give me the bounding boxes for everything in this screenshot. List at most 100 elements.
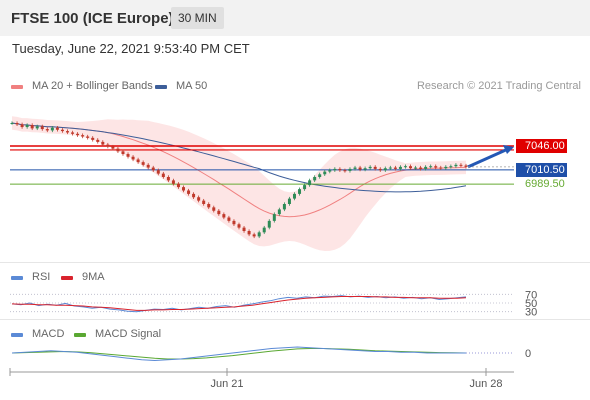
candle-body: [217, 210, 221, 215]
candle-body: [323, 171, 327, 175]
candle-body: [419, 167, 423, 169]
candle-body: [131, 156, 135, 160]
candle-body: [161, 173, 165, 177]
candle-body: [363, 168, 367, 170]
candle-body: [257, 232, 261, 237]
candle-body: [232, 220, 236, 225]
candle-body: [171, 180, 175, 184]
candle-body: [262, 227, 266, 233]
candle-body: [434, 166, 438, 168]
candle-body: [353, 167, 357, 169]
candle-body: [277, 209, 281, 215]
macd-zero-label: 0: [525, 348, 531, 360]
candle-body: [414, 167, 418, 169]
candle-body: [50, 127, 54, 131]
candle-body: [151, 167, 155, 171]
x-tick-jun21-label: Jun 21: [210, 378, 243, 390]
candle-body: [439, 167, 443, 169]
candle-body: [459, 164, 463, 166]
candle-body: [60, 129, 64, 132]
candle-body: [187, 190, 191, 194]
rsi-ma-line: [11, 296, 467, 311]
candle-body: [166, 177, 170, 181]
candle-body: [207, 204, 211, 208]
candle-body: [10, 123, 14, 124]
candle-body: [282, 204, 286, 210]
candle-body: [65, 131, 69, 133]
price-tag-support: 6989.50: [525, 178, 565, 191]
candle-body: [121, 151, 125, 155]
candle-body: [30, 125, 34, 129]
candle-body: [40, 126, 44, 130]
candle-body: [242, 227, 246, 231]
candle-body: [182, 187, 186, 191]
candle-body: [227, 217, 231, 221]
candle-body: [424, 166, 428, 169]
candle-body: [111, 146, 115, 149]
candle-body: [388, 167, 392, 169]
candle-body: [368, 166, 372, 169]
candle-body: [343, 170, 347, 172]
candle-body: [136, 159, 140, 163]
candle-body: [267, 220, 271, 228]
candle-body: [15, 123, 19, 125]
chart-canvas: 7050300Jun 21 Jun 28: [9, 116, 537, 390]
candle-body: [197, 197, 201, 201]
candle-body: [348, 168, 352, 171]
candle-body: [429, 166, 433, 168]
candle-body: [333, 168, 337, 171]
candle-body: [96, 139, 100, 142]
candle-body: [464, 165, 468, 167]
candle-body: [247, 231, 251, 235]
candle-body: [358, 167, 362, 170]
candle-body: [318, 174, 322, 177]
candle-body: [106, 144, 110, 147]
candle-body: [35, 126, 39, 129]
rsi-line: [11, 295, 467, 313]
candle-body: [55, 127, 59, 130]
candle-body: [76, 133, 80, 136]
candle-body: [71, 132, 75, 134]
candle-body: [176, 183, 180, 188]
candle-body: [308, 180, 312, 186]
candle-body: [45, 129, 49, 131]
candle-body: [328, 170, 332, 172]
candle-body: [146, 164, 150, 168]
candle-body: [25, 125, 29, 128]
x-tick-jun28-label: Jun 28: [469, 378, 502, 390]
candle-body: [81, 135, 85, 137]
candle-body: [86, 136, 90, 138]
candle-body: [116, 148, 120, 152]
candle-body: [313, 177, 317, 181]
price-tag-resistance: 7046.00: [516, 138, 567, 153]
macd-line: [11, 346, 466, 362]
candle-body: [141, 162, 145, 165]
rsi-level-30-label: 30: [525, 307, 537, 319]
candle-body: [91, 137, 95, 140]
candle-body: [101, 141, 105, 145]
candle-body: [126, 154, 130, 157]
candle-body: [303, 185, 307, 190]
macd-signal-line: [11, 348, 467, 360]
candle-body: [378, 168, 382, 171]
forecast-arrow: [467, 147, 509, 169]
candle-body: [287, 198, 291, 204]
candle-body: [383, 168, 387, 171]
candle-body: [292, 193, 296, 199]
candle-body: [449, 166, 453, 168]
candle-body: [156, 170, 160, 174]
candle-body: [398, 166, 402, 169]
candle-body: [202, 200, 206, 204]
candle-body: [373, 166, 377, 169]
candle-body: [454, 164, 458, 167]
candle-body: [403, 166, 407, 168]
candle-body: [409, 166, 413, 169]
candle-body: [222, 214, 226, 218]
candle-body: [272, 214, 276, 221]
candle-body: [338, 168, 342, 171]
candle-body: [20, 124, 24, 128]
candle-body: [212, 207, 216, 211]
candle-body: [252, 234, 256, 237]
candle-body: [393, 167, 397, 169]
price-tag-pivot: 7010.50: [516, 162, 567, 177]
